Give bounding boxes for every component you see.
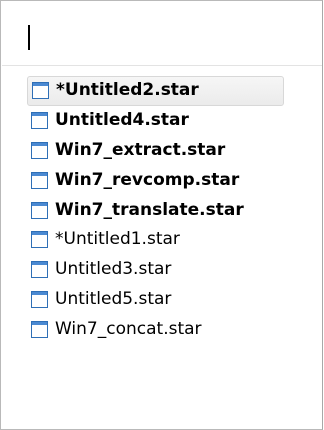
file-label: Win7_translate.star <box>55 199 244 220</box>
document-window-icon <box>31 231 48 249</box>
list-item[interactable]: *Untitled1.star <box>27 225 292 255</box>
file-label: *Untitled2.star <box>56 80 199 101</box>
text-caret <box>28 25 30 50</box>
document-window-icon <box>32 82 49 100</box>
list-item[interactable]: Win7_translate.star <box>27 195 292 225</box>
list-item[interactable]: Win7_concat.star <box>27 314 292 344</box>
open-files-list: *Untitled2.star Untitled4.star Win7_extrac… <box>27 76 292 344</box>
file-label: Win7_revcomp.star <box>55 169 240 190</box>
list-item[interactable]: Untitled4.star <box>27 106 292 136</box>
file-label: Untitled3.star <box>55 259 172 280</box>
file-label: Untitled4.star <box>55 110 189 131</box>
divider <box>2 65 322 66</box>
document-window-icon <box>31 112 48 130</box>
list-item[interactable]: Win7_extract.star <box>27 136 292 166</box>
list-item[interactable]: *Untitled2.star <box>27 76 284 106</box>
document-window-icon <box>31 171 48 189</box>
document-window-icon <box>31 141 48 159</box>
editor-switcher-popup: *Untitled2.star Untitled4.star Win7_extrac… <box>0 0 323 430</box>
document-window-icon <box>31 201 48 219</box>
document-window-icon <box>31 320 48 338</box>
filter-field-container[interactable] <box>7 7 317 55</box>
file-label: Win7_concat.star <box>55 318 202 339</box>
list-item[interactable]: Untitled3.star <box>27 255 292 285</box>
filter-input[interactable] <box>27 21 307 47</box>
document-window-icon <box>31 261 48 279</box>
file-label: Untitled5.star <box>55 288 172 309</box>
file-label: *Untitled1.star <box>55 229 180 250</box>
document-window-icon <box>31 290 48 308</box>
list-item[interactable]: Untitled5.star <box>27 285 292 315</box>
file-label: Win7_extract.star <box>55 139 226 160</box>
list-item[interactable]: Win7_revcomp.star <box>27 165 292 195</box>
